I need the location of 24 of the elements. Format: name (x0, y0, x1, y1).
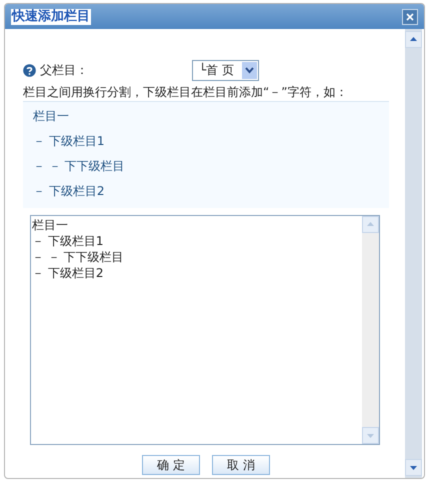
window-title: 快速添加栏目 (11, 8, 91, 24)
parent-select[interactable]: └首 页 (192, 60, 259, 80)
scroll-up-icon (405, 31, 422, 48)
close-icon (406, 12, 414, 20)
dialog-button[interactable]: 取 消 (212, 455, 270, 475)
text-line: － 下级栏目1 (32, 233, 104, 249)
parent-label: 父栏目： (40, 62, 89, 79)
text-line: － － 下下级栏目 (32, 249, 125, 265)
text-line: 栏目一 (32, 217, 69, 233)
example-line: 栏目一 (33, 108, 70, 125)
example-line: － 下级栏目2 (33, 183, 106, 200)
window-scrollbar[interactable] (405, 29, 422, 478)
example-line: － 下级栏目1 (33, 133, 106, 150)
example-line: － － 下下级栏目 (33, 158, 126, 175)
dialog-button[interactable]: 确 定 (142, 455, 200, 475)
scroll-down-icon (405, 459, 422, 476)
hint-text: 栏目之间用换行分割，下级栏目在栏目前添加“－”字符，如： (23, 84, 348, 100)
text-line: － 下级栏目2 (32, 265, 104, 281)
scroll-up-icon (362, 216, 379, 233)
scroll-down-icon (362, 427, 379, 444)
close-button[interactable] (402, 8, 418, 24)
text-area[interactable]: 栏目一 － 下级栏目1 － － 下下级栏目 － 下级栏目2 (30, 215, 380, 445)
help-icon (23, 64, 36, 76)
textarea-scrollbar[interactable] (362, 216, 379, 444)
